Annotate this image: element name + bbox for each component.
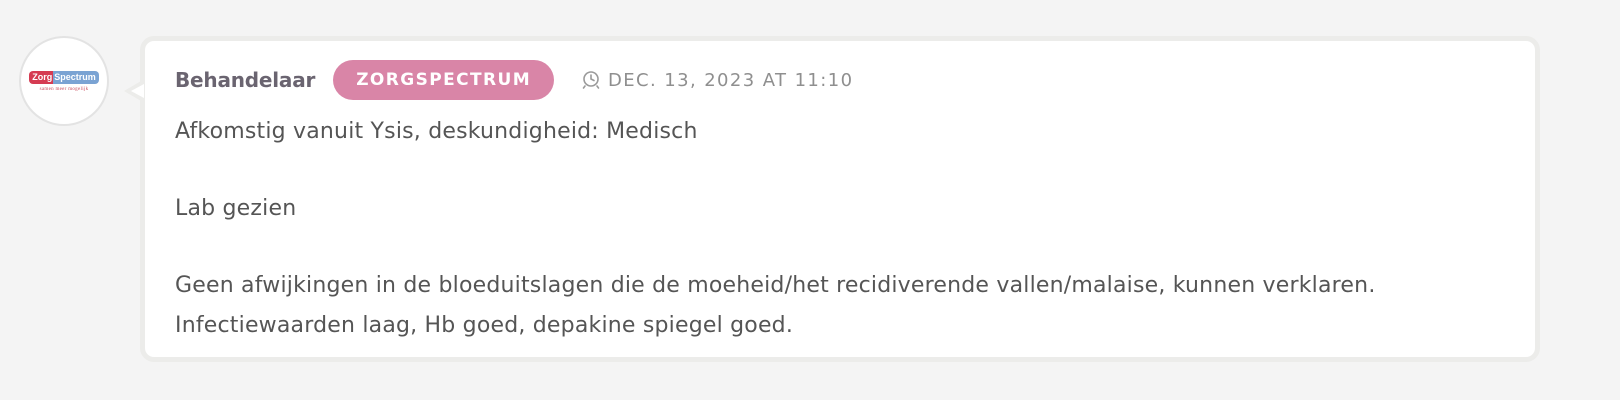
logo-text-zorg: Zorg [29,71,54,84]
avatar[interactable]: Zorg Spectrum samen meer mogelijk [19,36,109,126]
comment-body: Afkomstig vanuit Ysis, deskundigheid: Me… [175,112,1505,346]
author-name[interactable]: Behandelaar [175,68,315,92]
logo-tagline: samen meer mogelijk [39,86,89,92]
zorgspectrum-logo: Zorg Spectrum [29,71,99,85]
comment-paragraph: Lab gezien [175,196,297,221]
comment-header: Behandelaar ZORGSPECTRUM DEC. 13, 2023 A… [175,58,853,102]
logo-text-spectrum: Spectrum [53,71,99,84]
timestamp-text: DEC. 13, 2023 AT 11:10 [608,69,854,91]
organization-badge: ZORGSPECTRUM [333,60,555,100]
comment-paragraph: Geen afwijkingen in de bloeduitslagen di… [175,273,1376,338]
comment-paragraph: Afkomstig vanuit Ysis, deskundigheid: Me… [175,119,698,144]
comment-timestamp: DEC. 13, 2023 AT 11:10 [581,70,853,91]
bubble-pointer-inner [131,84,144,98]
comment-bubble: Behandelaar ZORGSPECTRUM DEC. 13, 2023 A… [140,36,1540,362]
clock-icon [582,71,600,89]
